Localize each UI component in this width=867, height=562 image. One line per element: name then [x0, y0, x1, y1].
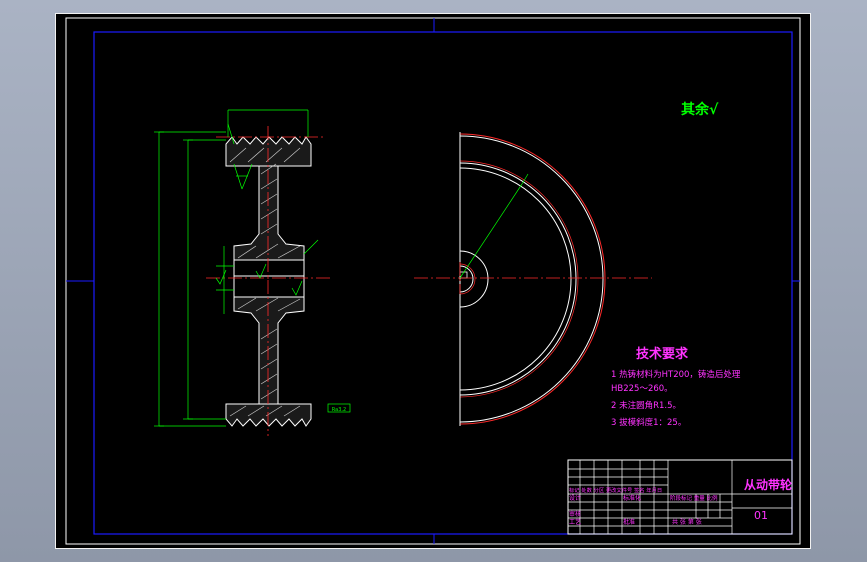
front-view [414, 132, 652, 426]
sheet-outer-frame [65, 17, 801, 545]
rim-inner-circle-1 [459, 162, 577, 396]
drawing-number: 01 [754, 509, 768, 522]
front-centerlines [414, 262, 652, 294]
rim-outer-circle [459, 135, 604, 423]
revision-row: 标记 处数 分区 更改文件号 签名 年月日 [569, 486, 662, 494]
dimension-ticks [154, 131, 193, 427]
tech-req-item-3: 2 未注圆角R1.5。 [611, 400, 681, 411]
stage-labels: 阶段标记 重量 比例 [670, 494, 718, 502]
cad-viewport[interactable]: Ra3.2 其余√ 技术要求 1 热铸材料为HT200，铸造后处理 HB225～… [55, 13, 811, 549]
radius-leader [459, 183, 523, 279]
surface-finish-note: 其余√ [681, 101, 719, 118]
centering-marks [66, 18, 800, 544]
pulley-drawing: Ra3.2 其余√ 技术要求 1 热铸材料为HT200，铸造后处理 HB225～… [65, 17, 801, 545]
hub-bore [233, 259, 305, 298]
hub-outer-circle [459, 250, 489, 308]
rim-outer-edge [459, 133, 606, 425]
tech-req-title: 技术要求 [636, 346, 689, 362]
rim-inner-circle-2 [459, 167, 572, 391]
design-label: 设计 [569, 494, 581, 502]
tech-req-item-2: HB225～260。 [611, 384, 673, 394]
section-view: Ra3.2 [154, 109, 351, 436]
section-note: Ra3.2 [332, 407, 346, 413]
tech-requirements: 技术要求 1 热铸材料为HT200，铸造后处理 HB225～260。 2 未注圆… [611, 346, 741, 428]
tech-req-item-4: 3 拔模斜度1：25。 [611, 417, 686, 428]
review-label: 审核 [569, 510, 581, 518]
title-block: 标记 处数 分区 更改文件号 签名 年月日 设计 标准化 阶段标记 重量 比例 … [567, 459, 793, 535]
rim-groove-circle [459, 160, 579, 398]
process-label: 工艺 [569, 518, 581, 526]
hatched-section [225, 136, 312, 427]
tech-req-item-1: 1 热铸材料为HT200，铸造后处理 [611, 369, 741, 380]
approve-label: 批准 [623, 518, 635, 526]
hub-bore-circle [459, 265, 474, 293]
sheet-labels: 共 张 第 张 [672, 518, 702, 526]
standardization-label: 标准化 [623, 494, 641, 502]
part-name: 从动带轮 [744, 477, 793, 492]
